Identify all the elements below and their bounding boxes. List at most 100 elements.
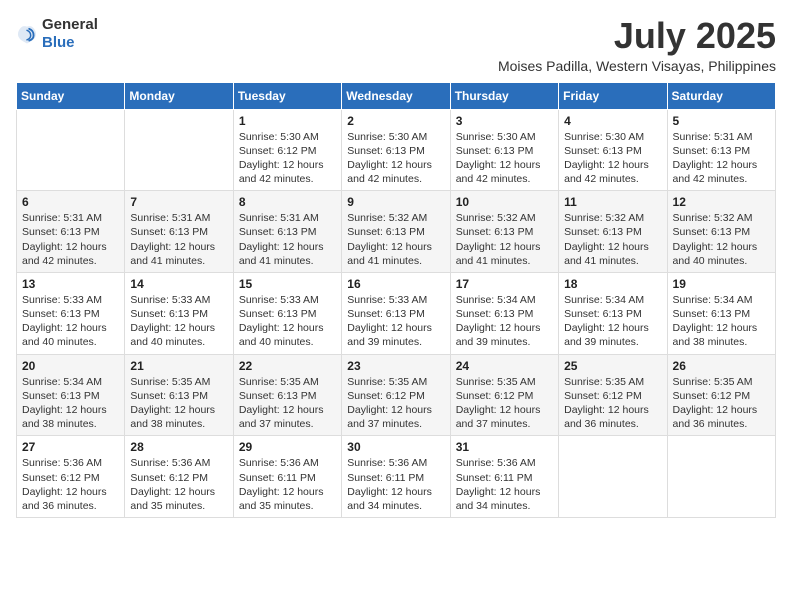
weekday-header-wednesday: Wednesday xyxy=(342,82,450,109)
day-number: 27 xyxy=(22,440,119,454)
calendar-body: 1 Sunrise: 5:30 AMSunset: 6:12 PMDaylight… xyxy=(17,109,776,517)
calendar-week-3: 13 Sunrise: 5:33 AMSunset: 6:13 PMDayligh… xyxy=(17,272,776,354)
day-info: Sunrise: 5:32 AMSunset: 6:13 PMDaylight:… xyxy=(347,211,444,268)
calendar-cell: 14 Sunrise: 5:33 AMSunset: 6:13 PMDayligh… xyxy=(125,272,233,354)
day-info: Sunrise: 5:33 AMSunset: 6:13 PMDaylight:… xyxy=(130,293,227,350)
day-number: 3 xyxy=(456,114,553,128)
day-info: Sunrise: 5:31 AMSunset: 6:13 PMDaylight:… xyxy=(673,130,770,187)
calendar-week-4: 20Sunrise: 5:34 AMSunset: 6:13 PMDayligh… xyxy=(17,354,776,436)
calendar-header-row: SundayMondayTuesdayWednesdayThursdayFrid… xyxy=(17,82,776,109)
day-info: Sunrise: 5:32 AMSunset: 6:13 PMDaylight:… xyxy=(564,211,661,268)
day-info: Sunrise: 5:36 AMSunset: 6:11 PMDaylight:… xyxy=(347,456,444,513)
day-info: Sunrise: 5:35 AMSunset: 6:12 PMDaylight:… xyxy=(347,375,444,432)
day-info: Sunrise: 5:35 AMSunset: 6:13 PMDaylight:… xyxy=(130,375,227,432)
page-header: General Blue July 2025 Moises Padilla, W… xyxy=(16,16,776,74)
day-number: 26 xyxy=(673,359,770,373)
calendar-cell: 6 Sunrise: 5:31 AMSunset: 6:13 PMDaylight… xyxy=(17,191,125,273)
day-info: Sunrise: 5:32 AMSunset: 6:13 PMDaylight:… xyxy=(456,211,553,268)
calendar-cell xyxy=(559,436,667,518)
day-info: Sunrise: 5:31 AMSunset: 6:13 PMDaylight:… xyxy=(130,211,227,268)
day-info: Sunrise: 5:30 AMSunset: 6:13 PMDaylight:… xyxy=(347,130,444,187)
calendar-cell xyxy=(667,436,775,518)
calendar-cell: 21 Sunrise: 5:35 AMSunset: 6:13 PMDayligh… xyxy=(125,354,233,436)
calendar-week-2: 6 Sunrise: 5:31 AMSunset: 6:13 PMDaylight… xyxy=(17,191,776,273)
calendar-cell: 27Sunrise: 5:36 AMSunset: 6:12 PMDayligh… xyxy=(17,436,125,518)
day-number: 18 xyxy=(564,277,661,291)
day-number: 8 xyxy=(239,195,336,209)
day-info: Sunrise: 5:33 AMSunset: 6:13 PMDaylight:… xyxy=(22,293,119,350)
weekday-header-friday: Friday xyxy=(559,82,667,109)
calendar-cell: 3 Sunrise: 5:30 AMSunset: 6:13 PMDaylight… xyxy=(450,109,558,191)
day-info: Sunrise: 5:31 AMSunset: 6:13 PMDaylight:… xyxy=(22,211,119,268)
day-number: 7 xyxy=(130,195,227,209)
day-number: 5 xyxy=(673,114,770,128)
logo-blue-text: Blue xyxy=(42,34,75,51)
day-info: Sunrise: 5:34 AMSunset: 6:13 PMDaylight:… xyxy=(564,293,661,350)
calendar-cell: 19Sunrise: 5:34 AMSunset: 6:13 PMDayligh… xyxy=(667,272,775,354)
calendar-week-1: 1 Sunrise: 5:30 AMSunset: 6:12 PMDaylight… xyxy=(17,109,776,191)
logo-blue: Blue xyxy=(42,34,98,52)
calendar-cell: 26 Sunrise: 5:35 AMSunset: 6:12 PMDayligh… xyxy=(667,354,775,436)
day-number: 2 xyxy=(347,114,444,128)
calendar-cell: 18 Sunrise: 5:34 AMSunset: 6:13 PMDayligh… xyxy=(559,272,667,354)
weekday-header-tuesday: Tuesday xyxy=(233,82,341,109)
logo-icon xyxy=(16,23,38,45)
day-info: Sunrise: 5:36 AMSunset: 6:11 PMDaylight:… xyxy=(239,456,336,513)
calendar-cell: 16Sunrise: 5:33 AMSunset: 6:13 PMDayligh… xyxy=(342,272,450,354)
day-number: 28 xyxy=(130,440,227,454)
day-info: Sunrise: 5:35 AMSunset: 6:12 PMDaylight:… xyxy=(673,375,770,432)
day-number: 15 xyxy=(239,277,336,291)
calendar-cell: 29Sunrise: 5:36 AMSunset: 6:11 PMDayligh… xyxy=(233,436,341,518)
day-number: 6 xyxy=(22,195,119,209)
calendar-cell: 9 Sunrise: 5:32 AMSunset: 6:13 PMDaylight… xyxy=(342,191,450,273)
weekday-header-sunday: Sunday xyxy=(17,82,125,109)
day-info: Sunrise: 5:35 AMSunset: 6:12 PMDaylight:… xyxy=(456,375,553,432)
calendar-cell: 31Sunrise: 5:36 AMSunset: 6:11 PMDayligh… xyxy=(450,436,558,518)
day-info: Sunrise: 5:35 AMSunset: 6:13 PMDaylight:… xyxy=(239,375,336,432)
calendar-cell: 30 Sunrise: 5:36 AMSunset: 6:11 PMDayligh… xyxy=(342,436,450,518)
day-number: 14 xyxy=(130,277,227,291)
day-number: 25 xyxy=(564,359,661,373)
calendar-cell: 25 Sunrise: 5:35 AMSunset: 6:12 PMDayligh… xyxy=(559,354,667,436)
day-number: 21 xyxy=(130,359,227,373)
day-info: Sunrise: 5:33 AMSunset: 6:13 PMDaylight:… xyxy=(347,293,444,350)
day-number: 22 xyxy=(239,359,336,373)
calendar-cell: 2 Sunrise: 5:30 AMSunset: 6:13 PMDaylight… xyxy=(342,109,450,191)
day-number: 23 xyxy=(347,359,444,373)
logo-general-text: General xyxy=(42,16,98,33)
weekday-header-saturday: Saturday xyxy=(667,82,775,109)
day-number: 20 xyxy=(22,359,119,373)
location: Moises Padilla, Western Visayas, Philipp… xyxy=(498,58,776,74)
calendar-cell: 17 Sunrise: 5:34 AMSunset: 6:13 PMDayligh… xyxy=(450,272,558,354)
calendar-cell: 23 Sunrise: 5:35 AMSunset: 6:12 PMDayligh… xyxy=(342,354,450,436)
weekday-header-monday: Monday xyxy=(125,82,233,109)
day-info: Sunrise: 5:32 AMSunset: 6:13 PMDaylight:… xyxy=(673,211,770,268)
logo-text: General Blue xyxy=(42,16,98,52)
day-number: 1 xyxy=(239,114,336,128)
logo: General Blue xyxy=(16,16,98,52)
day-number: 17 xyxy=(456,277,553,291)
day-number: 13 xyxy=(22,277,119,291)
calendar-cell: 12 Sunrise: 5:32 AMSunset: 6:13 PMDayligh… xyxy=(667,191,775,273)
weekday-header-thursday: Thursday xyxy=(450,82,558,109)
calendar-week-5: 27Sunrise: 5:36 AMSunset: 6:12 PMDayligh… xyxy=(17,436,776,518)
logo-general: General xyxy=(42,16,98,34)
calendar-cell: 4Sunrise: 5:30 AMSunset: 6:13 PMDaylight… xyxy=(559,109,667,191)
day-number: 10 xyxy=(456,195,553,209)
day-info: Sunrise: 5:30 AMSunset: 6:13 PMDaylight:… xyxy=(456,130,553,187)
day-info: Sunrise: 5:34 AMSunset: 6:13 PMDaylight:… xyxy=(456,293,553,350)
calendar-cell: 28Sunrise: 5:36 AMSunset: 6:12 PMDayligh… xyxy=(125,436,233,518)
calendar-cell: 15Sunrise: 5:33 AMSunset: 6:13 PMDayligh… xyxy=(233,272,341,354)
day-number: 19 xyxy=(673,277,770,291)
day-number: 30 xyxy=(347,440,444,454)
calendar-cell xyxy=(17,109,125,191)
day-number: 9 xyxy=(347,195,444,209)
day-number: 4 xyxy=(564,114,661,128)
title-block: July 2025 Moises Padilla, Western Visaya… xyxy=(498,16,776,74)
calendar-cell: 20Sunrise: 5:34 AMSunset: 6:13 PMDayligh… xyxy=(17,354,125,436)
day-info: Sunrise: 5:30 AMSunset: 6:12 PMDaylight:… xyxy=(239,130,336,187)
calendar-cell: 24 Sunrise: 5:35 AMSunset: 6:12 PMDayligh… xyxy=(450,354,558,436)
day-info: Sunrise: 5:35 AMSunset: 6:12 PMDaylight:… xyxy=(564,375,661,432)
day-number: 12 xyxy=(673,195,770,209)
day-number: 24 xyxy=(456,359,553,373)
